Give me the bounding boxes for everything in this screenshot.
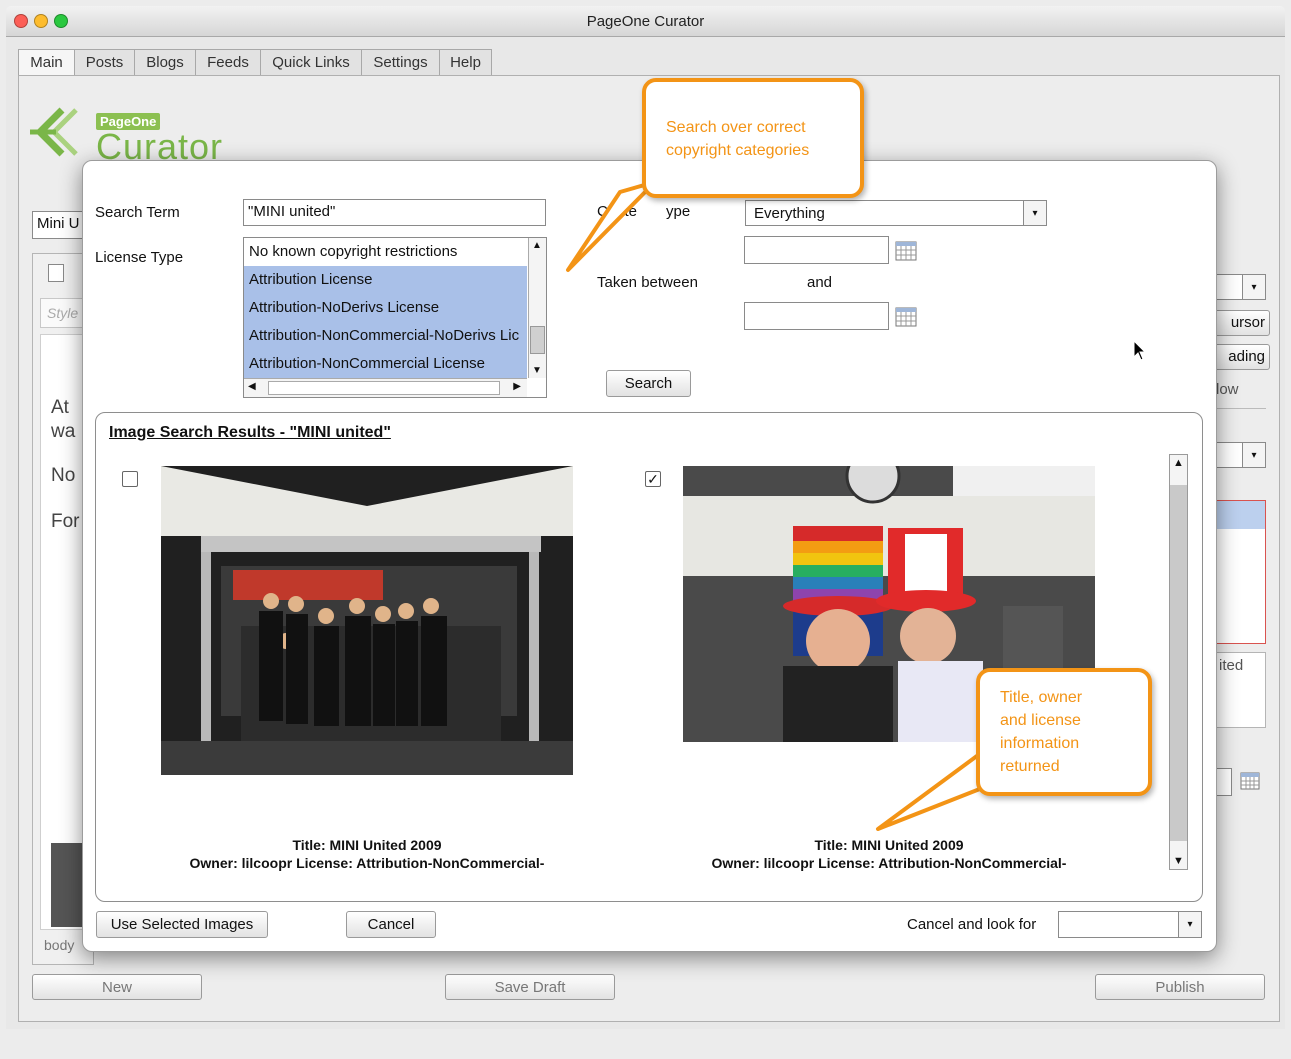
search-button-label: Search (624, 375, 673, 392)
result-2-owner-license: Owner: lilcoopr License: Attribution-Non… (711, 855, 1067, 871)
callout-search-categories: Search over correct copyright categories (642, 78, 864, 198)
tab-posts[interactable]: Posts (74, 49, 135, 76)
scroll-thumb[interactable] (530, 326, 545, 354)
results-scrollbar[interactable]: ▲ ▼ (1169, 454, 1188, 870)
save-draft-label: Save Draft (494, 978, 566, 996)
scroll-up-arrow-icon[interactable]: ▲ (532, 240, 542, 251)
result-1-checkbox[interactable] (122, 471, 138, 487)
result-1-owner-license: Owner: lilcoopr License: Attribution-Non… (189, 855, 545, 871)
content-type-select[interactable]: Everything ▾ (745, 200, 1047, 226)
tab-main[interactable]: Main (18, 49, 75, 77)
callout-search-line: copyright categories (666, 142, 810, 159)
cancel-label: Cancel (367, 916, 415, 933)
editor-line: wa (51, 421, 76, 442)
scroll-right-arrow-icon[interactable]: ▶ (513, 381, 521, 392)
chevron-down-icon: ▾ (1242, 275, 1265, 299)
content-type-value: Everything (754, 205, 825, 222)
chevron-down-icon: ▾ (1023, 201, 1046, 225)
document-icon (48, 264, 64, 282)
scroll-thumb[interactable] (1170, 485, 1187, 841)
license-option[interactable]: Attribution-NonCommercial License (244, 350, 527, 378)
callout-search-line: Search over correct (666, 119, 806, 136)
callout-title-line: information (1000, 735, 1080, 752)
scroll-down-arrow-icon[interactable]: ▼ (1173, 855, 1184, 867)
calendar-icon[interactable] (1240, 772, 1260, 790)
insert-at-cursor-button[interactable]: ursor (1214, 310, 1270, 336)
callout-title-line: Title, owner (1000, 689, 1083, 706)
right-label-low: low (1216, 381, 1239, 398)
license-option[interactable]: Attribution-NoDerivs License (244, 294, 527, 322)
tab-settings[interactable]: Settings (361, 49, 440, 76)
use-selected-images-button[interactable]: Use Selected Images (96, 911, 268, 938)
editor-line: No (51, 465, 76, 486)
tab-help[interactable]: Help (439, 49, 492, 76)
use-selected-images-label: Use Selected Images (110, 916, 254, 933)
result-2-title: Title: MINI United 2009 (814, 837, 964, 853)
and-label: and (807, 274, 833, 291)
taken-to-date-field[interactable] (744, 302, 889, 330)
h-scroll-thumb[interactable] (268, 381, 500, 395)
taken-from-date-field[interactable] (744, 236, 889, 264)
callout-title-owner-license: Title, owner and license information ret… (976, 668, 1152, 796)
license-type-label: License Type (95, 249, 184, 266)
curator-logo-icon (26, 104, 96, 168)
tab-feeds[interactable]: Feeds (195, 49, 261, 76)
divider (1214, 408, 1266, 409)
scroll-left-arrow-icon[interactable]: ◀ (248, 381, 256, 392)
license-option[interactable]: Attribution-NonCommercial-NoDerivs Lic (244, 322, 527, 350)
tab-quick-links[interactable]: Quick Links (260, 49, 362, 76)
scroll-down-arrow-icon[interactable]: ▼ (532, 365, 542, 376)
publish-label: Publish (1155, 978, 1205, 996)
right-info-text: ited (1219, 657, 1244, 674)
license-type-list[interactable]: No known copyright restrictions Attribut… (243, 237, 547, 398)
result-1-title: Title: MINI United 2009 (292, 837, 442, 853)
scroll-up-arrow-icon[interactable]: ▲ (1173, 457, 1184, 469)
license-vertical-scrollbar[interactable]: ▲ ▼ (528, 238, 546, 378)
window-title: PageOne Curator (586, 13, 705, 30)
search-term-label: Search Term (95, 204, 180, 221)
license-option[interactable]: Attribution License (244, 266, 527, 294)
right-info-box: ited (1214, 652, 1266, 728)
search-button[interactable]: Search (606, 370, 691, 397)
search-term-input[interactable]: "MINI united" (243, 199, 546, 226)
cancel-look-for-select[interactable]: ▾ (1058, 911, 1202, 938)
heading-button[interactable]: ading (1214, 344, 1270, 370)
right-dropdown-1[interactable]: ▾ (1214, 274, 1266, 300)
cancel-and-look-for-label: Cancel and look for (907, 916, 1037, 933)
callout-title-line: returned (1000, 758, 1060, 775)
window-titlebar: PageOne Curator (6, 6, 1285, 37)
license-items: No known copyright restrictions Attribut… (244, 238, 527, 378)
tab-blogs[interactable]: Blogs (134, 49, 196, 76)
right-list-box[interactable] (1214, 500, 1266, 644)
style-placeholder: Style (47, 305, 79, 321)
chevron-down-icon: ▾ (1242, 443, 1265, 467)
publish-button[interactable]: Publish (1095, 974, 1265, 1000)
license-horizontal-scrollbar[interactable]: ◀ ▶ (244, 378, 527, 397)
editor-line: At (51, 397, 69, 418)
right-dropdown-2[interactable]: ▾ (1214, 442, 1266, 468)
results-heading: Image Search Results - "MINI united" (109, 424, 391, 441)
result-1-photo[interactable] (161, 466, 573, 775)
right-list-selected-row (1215, 501, 1265, 529)
mouse-cursor-icon (1133, 339, 1147, 362)
chevron-down-icon: ▾ (1178, 912, 1201, 937)
license-option[interactable]: No known copyright restrictions (244, 238, 527, 266)
save-draft-button[interactable]: Save Draft (445, 974, 615, 1000)
new-button[interactable]: New (32, 974, 202, 1000)
cancel-button[interactable]: Cancel (346, 911, 436, 938)
calendar-icon[interactable] (895, 307, 917, 327)
new-button-label: New (101, 978, 132, 996)
body-path-label: body (44, 937, 75, 953)
editor-line: For (51, 511, 80, 532)
callout-title-line: and license (1000, 712, 1081, 729)
result-2-checkbox[interactable]: ✓ (645, 471, 661, 487)
calendar-icon[interactable] (895, 241, 917, 261)
